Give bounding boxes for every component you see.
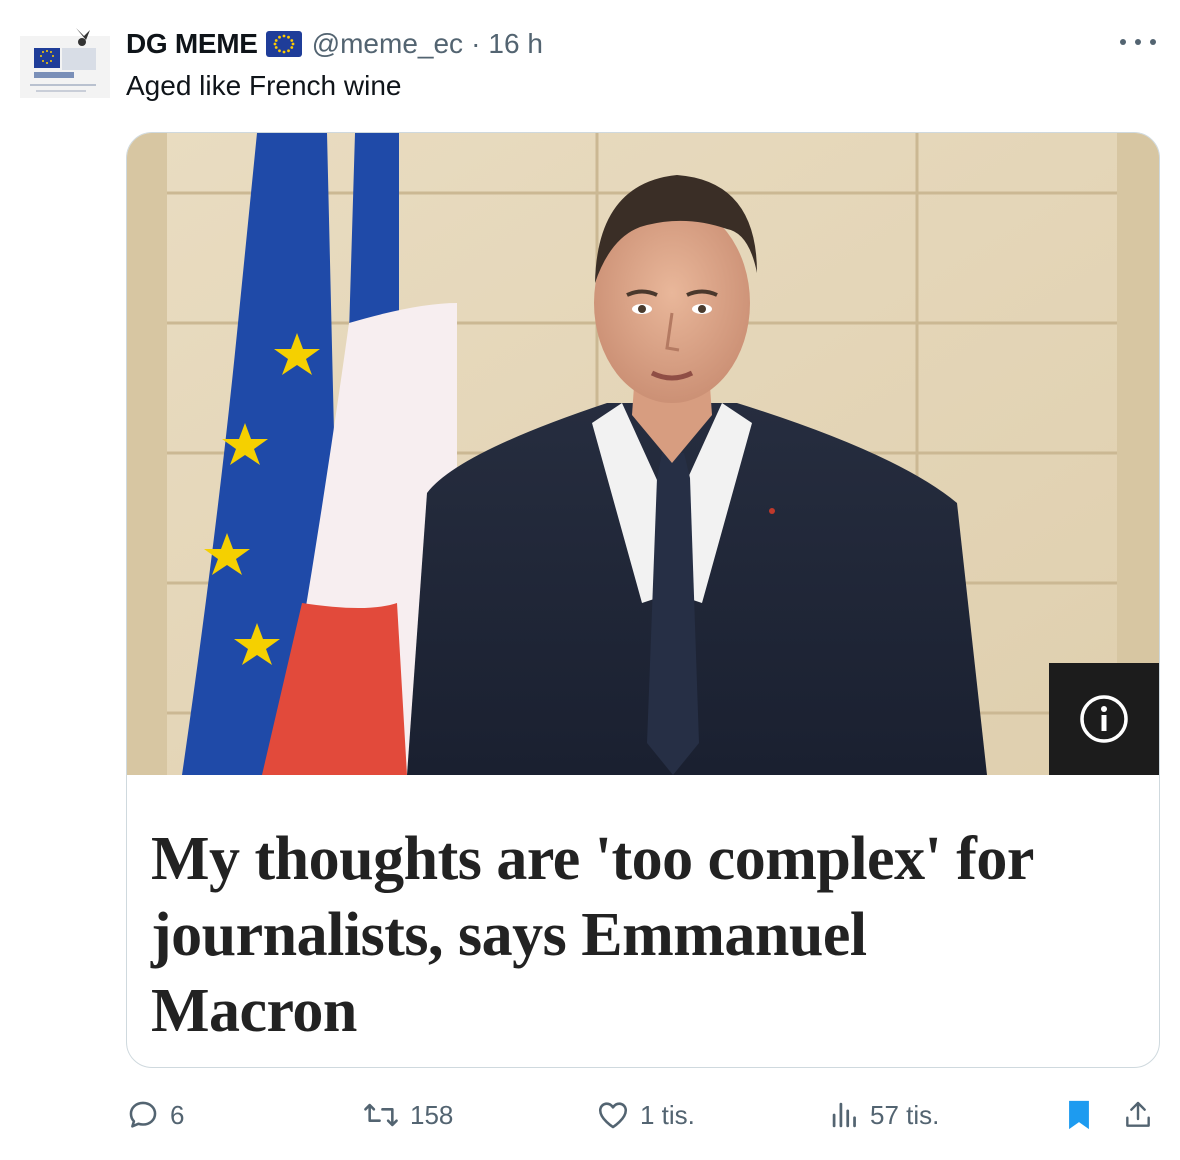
action-bar: 6 158 1 tis. 57 tis. <box>126 1090 1160 1140</box>
like-button[interactable]: 1 tis. <box>596 1090 695 1140</box>
media-photo <box>127 133 1159 775</box>
views-count: 57 tis. <box>870 1099 940 1130</box>
bookmark-button[interactable] <box>1064 1090 1094 1140</box>
reply-icon <box>129 1101 157 1128</box>
share-icon <box>1126 1101 1150 1127</box>
headline-line: My thoughts are 'too complex' for <box>151 825 1034 893</box>
retweet-button[interactable]: 158 <box>362 1090 453 1140</box>
tweet-text: Aged like French wine <box>126 70 402 101</box>
info-icon <box>1080 695 1128 743</box>
headline-line: journalists, says Emmanuel <box>151 901 867 969</box>
post-time[interactable]: 16 h <box>488 28 543 60</box>
retweet-icon <box>364 1103 398 1127</box>
reply-button[interactable]: 6 <box>126 1090 184 1140</box>
card-headline: My thoughts are 'too complex' for journa… <box>151 821 1141 1049</box>
tweet-header: DG MEME @meme_ec · 16 h <box>126 26 1160 62</box>
views-icon <box>832 1102 856 1128</box>
info-button[interactable] <box>1049 663 1159 775</box>
avatar[interactable] <box>20 22 110 112</box>
like-icon <box>598 1102 628 1129</box>
media-card[interactable]: My thoughts are 'too complex' for journa… <box>126 132 1160 1068</box>
share-button[interactable] <box>1122 1090 1154 1140</box>
author-name[interactable]: DG MEME <box>126 28 258 60</box>
views-button[interactable]: 57 tis. <box>830 1090 939 1140</box>
bookmark-icon <box>1069 1100 1089 1130</box>
eu-flag-icon <box>265 31 302 57</box>
more-icon[interactable] <box>1120 30 1156 54</box>
separator-dot: · <box>471 28 481 59</box>
retweet-count: 158 <box>410 1099 454 1130</box>
headline-line: Macron <box>151 977 357 1045</box>
like-count: 1 tis. <box>640 1099 695 1130</box>
reply-count: 6 <box>170 1099 185 1130</box>
author-handle[interactable]: @meme_ec <box>312 28 463 60</box>
